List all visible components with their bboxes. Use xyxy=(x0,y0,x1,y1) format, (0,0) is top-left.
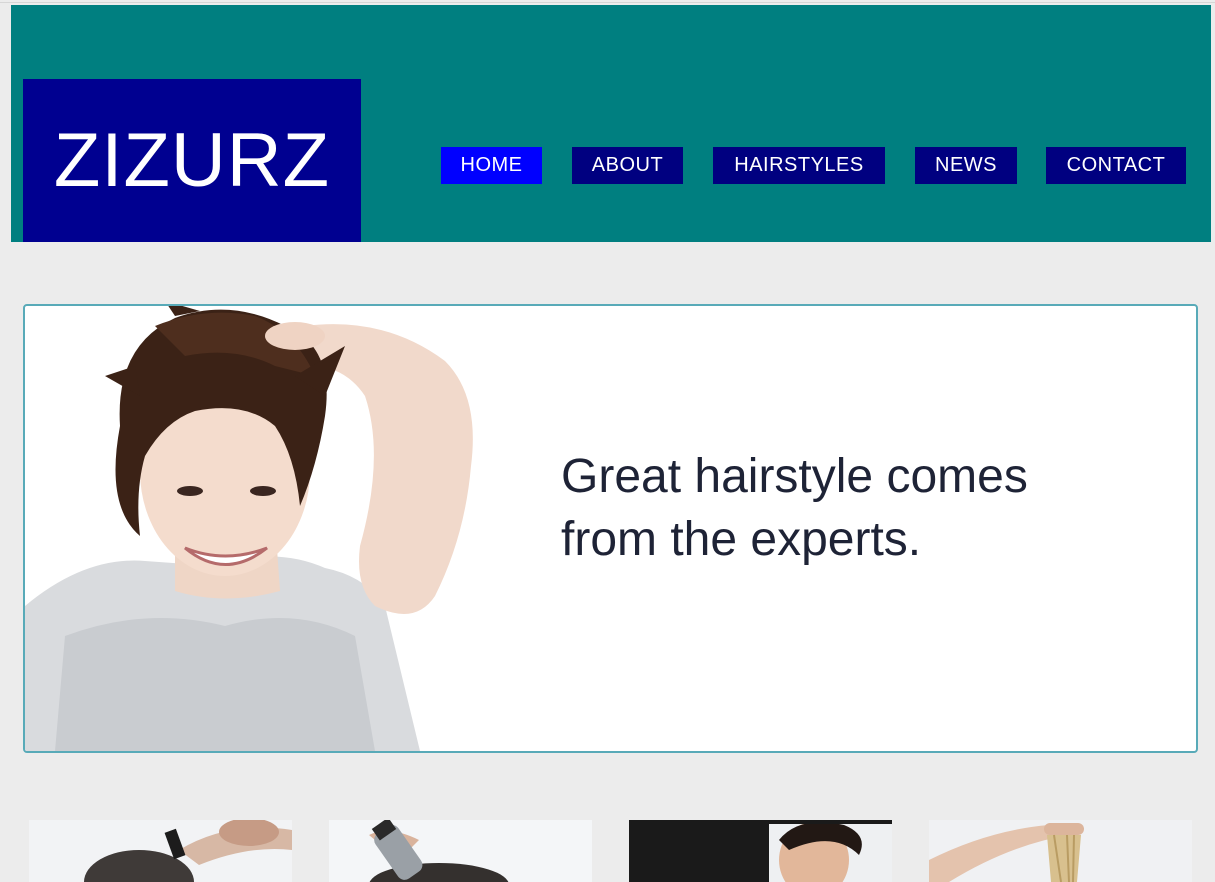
hero-woman-photo xyxy=(25,306,473,751)
hero-headline: Great hairstyle comes from the experts. xyxy=(561,445,1121,571)
nav-item-news[interactable]: NEWS xyxy=(915,147,1017,184)
thumbnail-clipper-trim[interactable] xyxy=(329,820,592,882)
page: ZIZURZ HOME ABOUT HAIRSTYLES NEWS CONTAC… xyxy=(0,0,1215,882)
stylist-photo xyxy=(629,820,892,882)
thumbnail-blonde-hair-lengths[interactable] xyxy=(929,820,1192,882)
hero-headline-line-2: from the experts. xyxy=(561,513,922,566)
hero-headline-line-1: Great hairstyle comes xyxy=(561,450,1028,503)
hero-banner: Great hairstyle comes from the experts. xyxy=(23,304,1198,753)
nav-item-home[interactable]: HOME xyxy=(441,147,542,184)
barber-photo xyxy=(29,820,292,882)
blonde-hair-photo xyxy=(929,820,1192,882)
window-top-edge xyxy=(0,0,1215,3)
thumbnail-stylist-portrait[interactable] xyxy=(629,820,892,882)
site-header: ZIZURZ HOME ABOUT HAIRSTYLES NEWS CONTAC… xyxy=(11,5,1211,242)
nav-item-about[interactable]: ABOUT xyxy=(572,147,683,184)
clipper-photo xyxy=(329,820,592,882)
main-nav: HOME ABOUT HAIRSTYLES NEWS CONTACT xyxy=(11,147,1211,184)
nav-item-contact[interactable]: CONTACT xyxy=(1046,147,1186,184)
nav-item-hairstyles[interactable]: HAIRSTYLES xyxy=(713,147,885,184)
thumbnail-barber-cutting-hair[interactable] xyxy=(29,820,292,882)
